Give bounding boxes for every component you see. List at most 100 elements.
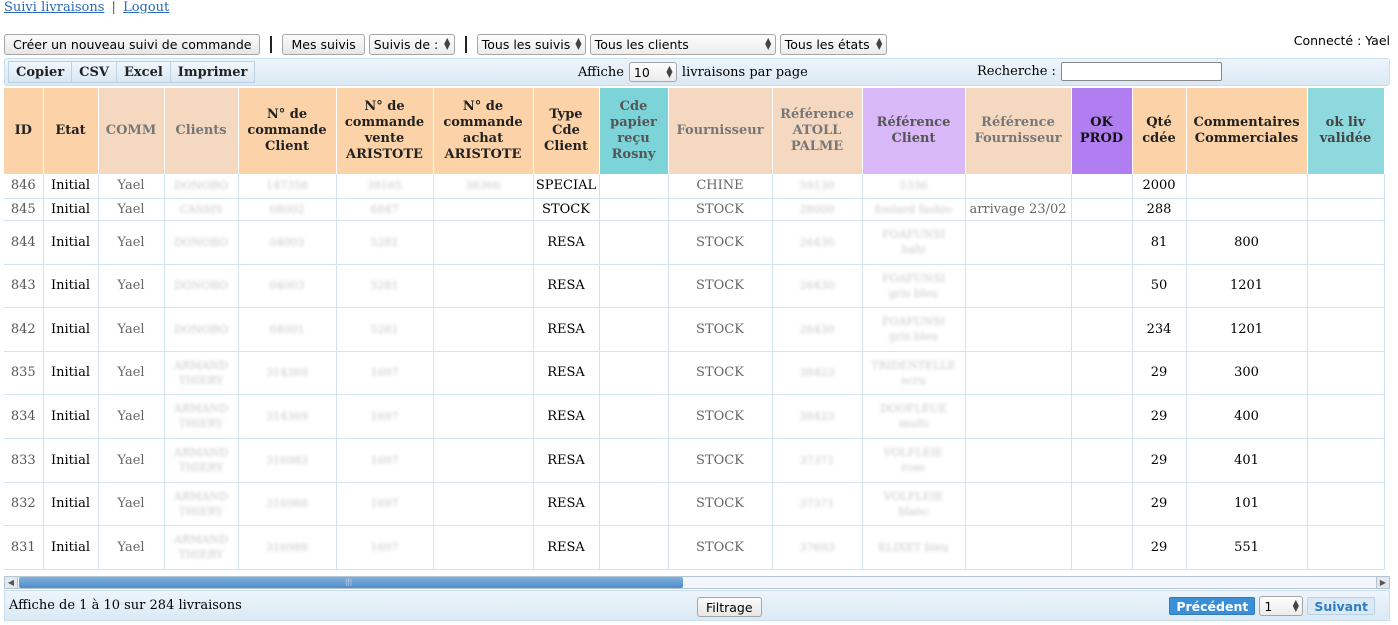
cell-client[interactable]: DONOBO (164, 307, 239, 352)
cell-commentaires[interactable]: 1201 (1186, 264, 1308, 308)
cell-cmd-achat[interactable] (433, 438, 534, 483)
col-header-clients[interactable]: Clients (164, 88, 239, 174)
col-header-comm[interactable]: COMM (98, 88, 165, 174)
cell-ref-client[interactable]: 5336 (862, 174, 966, 199)
cell-ref-fournisseur[interactable] (965, 307, 1072, 352)
cell-cde-papier[interactable] (599, 394, 669, 439)
cell-cmd-client[interactable]: 316988 (238, 482, 337, 526)
cell-commentaires[interactable]: 800 (1186, 220, 1308, 265)
table-row[interactable]: 832 Initial Yael ARMAND THIERY 316988 1697 RESA… (4, 482, 1385, 526)
table-row[interactable]: 834 Initial Yael ARMAND THIERY 314369 1697 RESA… (4, 394, 1385, 439)
cell-comm[interactable]: Yael (98, 174, 165, 199)
cell-ok-liv[interactable] (1307, 525, 1385, 570)
cell-qte[interactable]: 29 (1132, 438, 1187, 483)
cell-etat[interactable]: Initial (43, 307, 99, 352)
cell-commentaires[interactable]: 551 (1186, 525, 1308, 570)
cell-qte[interactable]: 29 (1132, 525, 1187, 570)
table-row[interactable]: 833 Initial Yael ARMAND THIERY 316983 1697 RESA… (4, 438, 1385, 483)
cell-ref-atoll[interactable]: 37371 (772, 438, 863, 483)
horizontal-scrollbar[interactable]: ◀ ||| ▶ (4, 576, 1390, 589)
cell-cmd-vente[interactable]: 6847 (336, 198, 434, 221)
cell-etat[interactable]: Initial (43, 198, 99, 221)
cell-qte[interactable]: 234 (1132, 307, 1187, 352)
cell-cmd-achat[interactable] (433, 351, 534, 395)
cell-qte[interactable]: 29 (1132, 394, 1187, 439)
cell-ok-prod[interactable] (1071, 438, 1133, 483)
cell-cmd-achat[interactable] (433, 220, 534, 265)
col-header-type-cde[interactable]: Type Cde Client (533, 88, 600, 174)
cell-ok-prod[interactable] (1071, 174, 1133, 199)
table-row[interactable]: 844 Initial Yael DONOBO 04003 5281 RESA STOCK 26… (4, 220, 1385, 265)
cell-ref-client[interactable]: FOAFUNSI gris bleu (862, 307, 966, 352)
cell-comm[interactable]: Yael (98, 264, 165, 308)
cell-id[interactable]: 843 (4, 264, 44, 308)
cell-cmd-client[interactable]: 316983 (238, 438, 337, 483)
cell-ref-fournisseur[interactable] (965, 482, 1072, 526)
cell-cmd-client[interactable]: 04001 (238, 307, 337, 352)
cell-fournisseur[interactable]: STOCK (668, 307, 773, 352)
cell-ref-fournisseur[interactable] (965, 525, 1072, 570)
cell-commentaires[interactable]: 300 (1186, 351, 1308, 395)
cell-cmd-client[interactable]: 147358 (238, 174, 337, 199)
cell-cmd-client[interactable]: 314369 (238, 351, 337, 395)
cell-cmd-client[interactable]: 314369 (238, 394, 337, 439)
cell-qte[interactable]: 50 (1132, 264, 1187, 308)
cell-cmd-achat[interactable] (433, 307, 534, 352)
cell-ok-liv[interactable] (1307, 174, 1385, 199)
cell-fournisseur[interactable]: STOCK (668, 264, 773, 308)
cell-client[interactable]: DONOBO (164, 174, 239, 199)
cell-cde-papier[interactable] (599, 220, 669, 265)
cell-ref-atoll[interactable]: 26430 (772, 307, 863, 352)
cell-ok-liv[interactable] (1307, 438, 1385, 483)
suivi-livraisons-link[interactable]: Suivi livraisons (4, 0, 104, 15)
cell-ref-atoll[interactable]: 26430 (772, 264, 863, 308)
table-row[interactable]: 835 Initial Yael ARMAND THIERY 314369 1697 RESA… (4, 351, 1385, 395)
cell-type[interactable]: RESA (533, 351, 600, 395)
col-header-qte[interactable]: Qté cdée (1132, 88, 1187, 174)
cell-commentaires[interactable] (1186, 174, 1308, 199)
cell-ref-client[interactable]: ELIXET bleu (862, 525, 966, 570)
cell-client[interactable]: ARMAND THIERY (164, 482, 239, 526)
cell-id[interactable]: 842 (4, 307, 44, 352)
cell-etat[interactable]: Initial (43, 525, 99, 570)
cell-id[interactable]: 844 (4, 220, 44, 265)
cell-etat[interactable]: Initial (43, 174, 99, 199)
cell-etat[interactable]: Initial (43, 482, 99, 526)
col-header-ref-atoll[interactable]: Référence ATOLL PALME (772, 88, 863, 174)
search-input[interactable] (1060, 62, 1222, 81)
cell-type[interactable]: RESA (533, 264, 600, 308)
cell-cmd-vente[interactable]: 1697 (336, 438, 434, 483)
cell-ref-atoll[interactable]: 38423 (772, 351, 863, 395)
cell-ref-atoll[interactable]: 37693 (772, 525, 863, 570)
col-header-commentaires[interactable]: Commentaires Commerciales (1186, 88, 1308, 174)
cell-client[interactable]: CASSIS (164, 198, 239, 221)
cell-ok-prod[interactable] (1071, 525, 1133, 570)
col-header-id[interactable]: ID (4, 88, 44, 174)
cell-ok-prod[interactable] (1071, 482, 1133, 526)
cell-fournisseur[interactable]: STOCK (668, 525, 773, 570)
cell-cmd-vente[interactable]: 1697 (336, 525, 434, 570)
cell-client[interactable]: ARMAND THIERY (164, 438, 239, 483)
cell-commentaires[interactable]: 400 (1186, 394, 1308, 439)
cell-id[interactable]: 834 (4, 394, 44, 439)
cell-cmd-achat[interactable] (433, 198, 534, 221)
cell-type[interactable]: RESA (533, 307, 600, 352)
cell-ok-prod[interactable] (1071, 394, 1133, 439)
cell-ref-atoll[interactable]: 26430 (772, 220, 863, 265)
create-tracking-button[interactable]: Créer un nouveau suivi de commande (4, 33, 261, 55)
cell-comm[interactable]: Yael (98, 198, 165, 221)
cell-cde-papier[interactable] (599, 482, 669, 526)
scroll-right-icon[interactable]: ▶ (1376, 577, 1389, 588)
cell-ok-liv[interactable] (1307, 394, 1385, 439)
cell-commentaires[interactable]: 1201 (1186, 307, 1308, 352)
cell-id[interactable]: 833 (4, 438, 44, 483)
cell-ref-client[interactable]: foulard fashio (862, 198, 966, 221)
copy-button[interactable]: Copier (8, 61, 73, 83)
cell-qte[interactable]: 29 (1132, 482, 1187, 526)
cell-fournisseur[interactable]: STOCK (668, 220, 773, 265)
cell-cde-papier[interactable] (599, 174, 669, 199)
cell-type[interactable]: RESA (533, 438, 600, 483)
cell-cmd-achat[interactable]: 38366 (433, 174, 534, 199)
cell-cde-papier[interactable] (599, 351, 669, 395)
cell-client[interactable]: DONOBO (164, 264, 239, 308)
